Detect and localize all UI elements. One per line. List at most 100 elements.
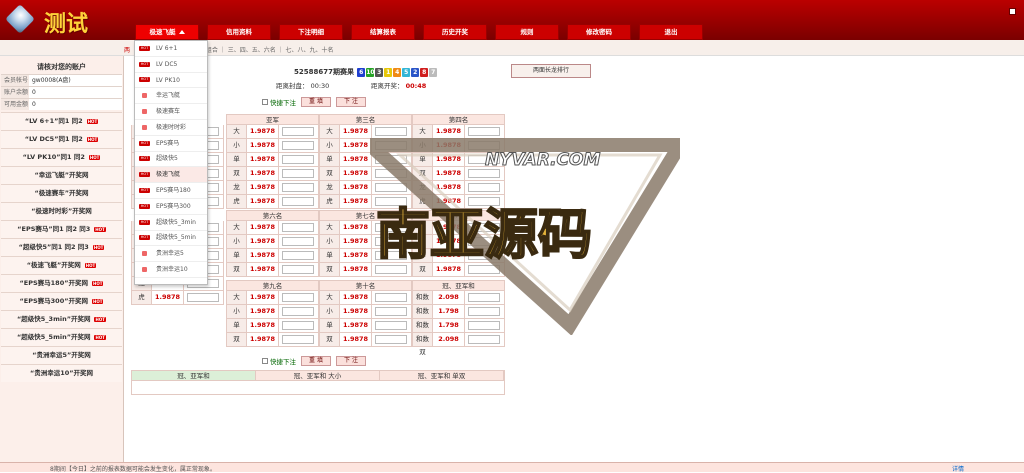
input-box[interactable] bbox=[282, 321, 314, 330]
input-box[interactable] bbox=[468, 155, 500, 164]
dropdown-item[interactable]: HOT EPS赛马180 bbox=[135, 183, 207, 199]
sidebar-lottery-item[interactable]: “贵洲幸运10”开奖网 bbox=[1, 364, 122, 382]
sidebar-lottery-item[interactable]: “LV 6+1”同1 同2 HOT bbox=[1, 112, 122, 130]
bet-amount-input[interactable] bbox=[279, 235, 318, 248]
submit-button[interactable]: 下 注 bbox=[336, 97, 366, 107]
play-type-tabs[interactable]: 军 组合 ｜ 三、四、五、六名 ｜ 七、八、九、十名 bbox=[198, 45, 334, 54]
bet-amount-input[interactable] bbox=[465, 305, 504, 318]
dropdown-item[interactable]: HOT 超级快5 bbox=[135, 152, 207, 168]
input-box[interactable] bbox=[468, 169, 500, 178]
input-box[interactable] bbox=[375, 307, 407, 316]
bet-amount-input[interactable] bbox=[465, 125, 504, 138]
nav-item-4[interactable]: 历史开奖 bbox=[423, 24, 487, 40]
bet-amount-input[interactable] bbox=[372, 221, 411, 234]
sidebar-lottery-item[interactable]: “极速赛车”开奖网 bbox=[1, 184, 122, 202]
bet-amount-input[interactable] bbox=[465, 195, 504, 208]
input-box[interactable] bbox=[282, 293, 314, 302]
bet-amount-input[interactable] bbox=[372, 181, 411, 194]
bet-amount-input[interactable] bbox=[465, 263, 504, 276]
bet-amount-input[interactable] bbox=[465, 235, 504, 248]
bet-amount-input[interactable] bbox=[184, 291, 223, 304]
bet-amount-input[interactable] bbox=[372, 291, 411, 304]
sidebar-lottery-item[interactable]: “贵洲幸运5”开奖网 bbox=[1, 346, 122, 364]
dropdown-item[interactable]: HOT 超级快5_5min bbox=[135, 231, 207, 247]
sidebar-lottery-item[interactable]: “超级快5”同1 同2 同3 HOT bbox=[1, 238, 122, 256]
bet-amount-input[interactable] bbox=[279, 263, 318, 276]
input-box[interactable] bbox=[282, 237, 314, 246]
input-box[interactable] bbox=[282, 155, 314, 164]
dropdown-item[interactable]: HOT LV PK10 bbox=[135, 73, 207, 89]
sidebar-lottery-item[interactable]: “EPS赛马”同1 同2 同3 HOT bbox=[1, 220, 122, 238]
input-box[interactable] bbox=[282, 127, 314, 136]
dropdown-item[interactable]: 幸运飞艇 bbox=[135, 88, 207, 105]
bet-amount-input[interactable] bbox=[279, 167, 318, 180]
input-box[interactable] bbox=[375, 127, 407, 136]
bet-amount-input[interactable] bbox=[465, 153, 504, 166]
reset-button[interactable]: 重 填 bbox=[301, 97, 331, 107]
input-box[interactable] bbox=[468, 335, 500, 344]
bet-amount-input[interactable] bbox=[465, 291, 504, 304]
dropdown-item[interactable]: 贵洲幸运10 bbox=[135, 262, 207, 278]
input-box[interactable] bbox=[282, 251, 314, 260]
nav-item-3[interactable]: 结算报表 bbox=[351, 24, 415, 40]
dropdown-item[interactable]: HOT 超级快5_3min bbox=[135, 215, 207, 231]
dropdown-item[interactable]: 极速时时彩 bbox=[135, 120, 207, 136]
sum-tab[interactable]: 冠、亚军和 单双 bbox=[380, 371, 504, 380]
input-box[interactable] bbox=[282, 265, 314, 274]
bet-amount-input[interactable] bbox=[465, 167, 504, 180]
nav-item-2[interactable]: 下注明细 bbox=[279, 24, 343, 40]
bet-amount-input[interactable] bbox=[279, 291, 318, 304]
dropdown-item[interactable]: HOT LV 6+1 bbox=[135, 41, 207, 57]
bet-amount-input[interactable] bbox=[372, 263, 411, 276]
submit-button[interactable]: 下 注 bbox=[336, 356, 366, 366]
input-box[interactable] bbox=[282, 197, 314, 206]
input-box[interactable] bbox=[282, 223, 314, 232]
dropdown-item[interactable]: 极速赛车 bbox=[135, 104, 207, 120]
nav-item-1[interactable]: 信用资料 bbox=[207, 24, 271, 40]
sidebar-lottery-item[interactable]: “超级快5_3min”开奖网 HOT bbox=[1, 310, 122, 328]
input-box[interactable] bbox=[375, 197, 407, 206]
input-box[interactable] bbox=[375, 155, 407, 164]
bet-amount-input[interactable] bbox=[279, 181, 318, 194]
dropdown-item[interactable]: HOT EPS赛马300 bbox=[135, 199, 207, 215]
quick-bet-checkbox[interactable] bbox=[262, 99, 268, 105]
bet-amount-input[interactable] bbox=[372, 333, 411, 346]
input-box[interactable] bbox=[375, 223, 407, 232]
sidebar-lottery-item[interactable]: “LV PK10”同1 同2 HOT bbox=[1, 148, 122, 166]
input-box[interactable] bbox=[468, 293, 500, 302]
bet-amount-input[interactable] bbox=[465, 319, 504, 332]
input-box[interactable] bbox=[468, 321, 500, 330]
bet-amount-input[interactable] bbox=[372, 235, 411, 248]
input-box[interactable] bbox=[468, 265, 500, 274]
bet-amount-input[interactable] bbox=[465, 249, 504, 262]
bet-amount-input[interactable] bbox=[279, 333, 318, 346]
bet-amount-input[interactable] bbox=[279, 305, 318, 318]
nav-item-5[interactable]: 规则 bbox=[495, 24, 559, 40]
input-box[interactable] bbox=[282, 307, 314, 316]
bet-amount-input[interactable] bbox=[372, 167, 411, 180]
bet-amount-input[interactable] bbox=[279, 319, 318, 332]
input-box[interactable] bbox=[375, 169, 407, 178]
nav-item-6[interactable]: 修改密码 bbox=[567, 24, 631, 40]
input-box[interactable] bbox=[375, 321, 407, 330]
input-box[interactable] bbox=[282, 169, 314, 178]
dropdown-item[interactable]: HOT EPS赛马 bbox=[135, 136, 207, 152]
input-box[interactable] bbox=[468, 251, 500, 260]
bet-amount-input[interactable] bbox=[372, 305, 411, 318]
dropdown-item[interactable]: HOT 极速飞艇 bbox=[135, 167, 207, 184]
sidebar-lottery-item[interactable]: “极速飞艇”开奖网 HOT bbox=[1, 256, 122, 274]
input-box[interactable] bbox=[375, 237, 407, 246]
input-box[interactable] bbox=[468, 141, 500, 150]
bet-amount-input[interactable] bbox=[465, 221, 504, 234]
input-box[interactable] bbox=[282, 335, 314, 344]
input-box[interactable] bbox=[187, 293, 219, 302]
rank-button[interactable]: 两面长龙排行 bbox=[511, 64, 591, 78]
dropdown-item[interactable]: 贵洲幸运5 bbox=[135, 246, 207, 263]
input-box[interactable] bbox=[375, 251, 407, 260]
input-box[interactable] bbox=[468, 197, 500, 206]
bet-amount-input[interactable] bbox=[372, 153, 411, 166]
sum-tab[interactable]: 冠、亚军和 bbox=[132, 371, 256, 380]
input-box[interactable] bbox=[375, 265, 407, 274]
sidebar-lottery-item[interactable]: “幸运飞艇”开奖网 bbox=[1, 166, 122, 184]
bet-amount-input[interactable] bbox=[372, 249, 411, 262]
